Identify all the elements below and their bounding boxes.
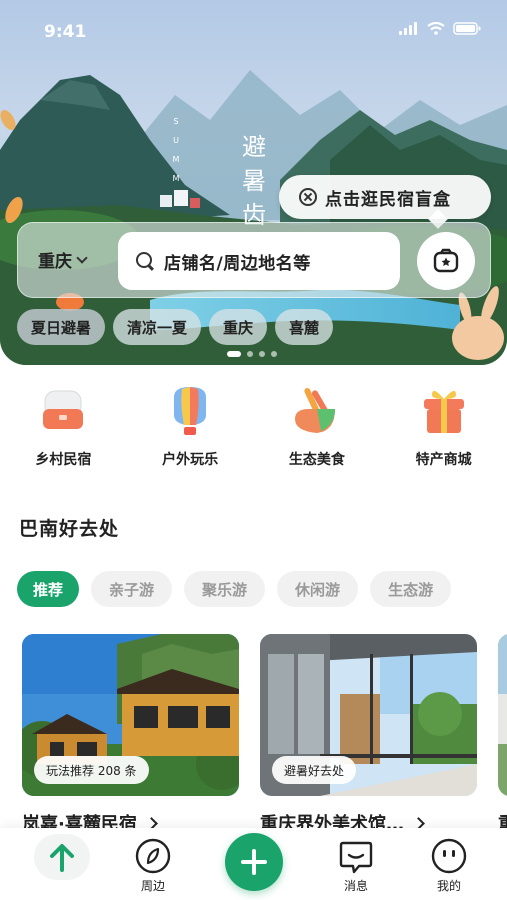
category-grid: 乡村民宿 户外玩乐 生态美食 特产商城 [0, 385, 507, 469]
profile-face-icon [431, 838, 467, 874]
category-food[interactable]: 生态美食 [254, 385, 381, 469]
destination-card[interactable]: 玩法推荐 208 条 岚嘉·喜麓民宿 [22, 634, 239, 836]
plus-icon [241, 849, 267, 875]
bottom-tab-bar: 周边 消息 我的 [0, 828, 507, 900]
homestay-icon [43, 390, 84, 429]
category-outdoor[interactable]: 户外玩乐 [127, 385, 254, 469]
carousel-dot-active [227, 351, 241, 357]
search-placeholder: 店铺名/周边地名等 [164, 253, 311, 274]
city-label: 重庆 [38, 252, 72, 272]
carousel-dot [259, 351, 265, 357]
filter-tab-group[interactable]: 聚乐游 [184, 571, 266, 607]
message-icon [339, 841, 373, 874]
section-title: 巴南好去处 [19, 518, 120, 540]
food-icon [294, 388, 335, 433]
close-circle-icon[interactable] [299, 188, 317, 206]
tab-profile[interactable]: 我的 [419, 838, 479, 894]
tab-home[interactable] [32, 834, 92, 880]
filter-tabs: 推荐 亲子游 聚乐游 休闲游 生态游 [17, 571, 452, 607]
carousel-indicator [227, 351, 277, 357]
compass-icon [135, 838, 171, 874]
blindbox-label: 点击逛民宿盲盒 [325, 189, 451, 210]
search-panel: 重庆 店铺名/周边地名等 [17, 222, 491, 298]
category-label: 乡村民宿 [35, 452, 92, 468]
status-icons [399, 22, 481, 35]
category-label: 生态美食 [288, 452, 345, 468]
chevron-down-icon [76, 251, 88, 264]
tag-chip[interactable]: 重庆 [209, 309, 268, 345]
tag-chip[interactable]: 夏日避暑 [17, 309, 106, 345]
category-shop[interactable]: 特产商城 [380, 385, 507, 469]
hero-letter: M [172, 155, 180, 164]
gift-icon [423, 390, 464, 433]
blindbox-button[interactable]: 点击逛民宿盲盒 [279, 175, 491, 219]
city-select[interactable]: 重庆 [38, 247, 88, 272]
hero-title-char: 暑 [242, 167, 268, 195]
carousel-dot [271, 351, 277, 357]
camera-icon [433, 248, 459, 273]
filter-tab-leisure[interactable]: 休闲游 [277, 571, 359, 607]
status-bar: 9:41 [0, 0, 507, 60]
destination-card[interactable]: 避暑好去处 重庆界外美术馆… [260, 634, 477, 836]
hero-title-char: 避 [242, 133, 268, 161]
add-button[interactable] [225, 833, 283, 891]
camera-button[interactable] [417, 232, 475, 290]
category-label: 特产商城 [415, 452, 472, 468]
destination-cards: 玩法推荐 208 条 岚嘉·喜麓民宿 避暑好去处 重庆界外美术馆… [22, 634, 507, 839]
hero-title: 避 暑 齿 [238, 130, 272, 232]
tab-label: 消息 [343, 879, 368, 893]
hero-tags: 夏日避暑 清凉一夏 重庆 喜麓 [17, 309, 334, 345]
hero-banner[interactable]: 9:41 S U M M 避 暑 齿 点击逛民宿盲盒 重庆 店铺名/周边地名等 … [0, 0, 507, 365]
card-image: 避暑好去处 [260, 634, 477, 796]
tab-label: 周边 [140, 879, 165, 893]
hero-letter: S [173, 117, 179, 126]
hero-letter: M [172, 174, 180, 183]
hero-letters: S U M M [166, 112, 186, 188]
search-icon [136, 252, 154, 270]
balloon-icon [174, 387, 207, 435]
peek-photo [498, 634, 507, 796]
wifi-icon [427, 22, 445, 35]
hero-letter: U [173, 136, 179, 145]
card-image: 玩法推荐 208 条 [22, 634, 239, 796]
peek-card-image[interactable] [498, 634, 507, 796]
category-label: 户外玩乐 [162, 452, 219, 468]
card-badge: 避暑好去处 [272, 756, 357, 784]
card-badge: 玩法推荐 208 条 [34, 756, 149, 784]
status-time: 9:41 [44, 22, 87, 42]
tag-chip[interactable]: 喜麓 [275, 309, 334, 345]
search-input[interactable]: 店铺名/周边地名等 [118, 232, 400, 290]
battery-icon [453, 22, 481, 35]
signal-icon [399, 22, 417, 35]
filter-tab-eco[interactable]: 生态游 [370, 571, 452, 607]
category-homestay[interactable]: 乡村民宿 [0, 385, 127, 469]
filter-tab-recommend[interactable]: 推荐 [17, 571, 80, 607]
tag-chip[interactable]: 清凉一夏 [113, 309, 202, 345]
arrow-up-icon [50, 844, 74, 872]
carousel-dot [247, 351, 253, 357]
tab-label: 我的 [436, 879, 461, 893]
tab-home-highlight [34, 834, 90, 880]
tab-nearby[interactable]: 周边 [123, 838, 183, 894]
filter-tab-family[interactable]: 亲子游 [91, 571, 173, 607]
tab-messages[interactable]: 消息 [326, 838, 386, 894]
